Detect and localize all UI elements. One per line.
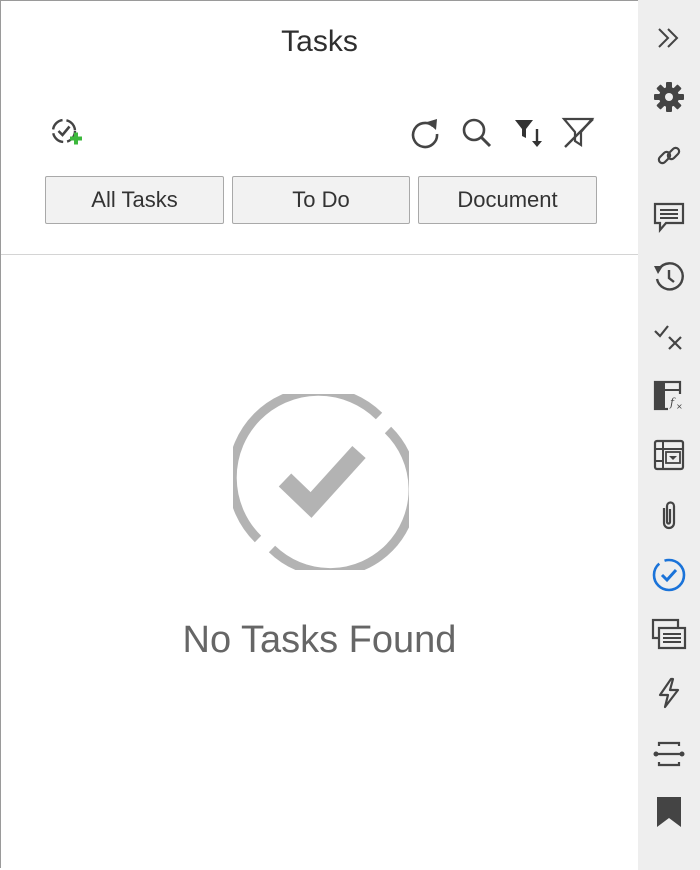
notes-button[interactable] [649, 614, 689, 654]
clear-filter-icon [561, 117, 595, 148]
bookmark-icon [657, 797, 681, 827]
connector-icon [653, 741, 685, 767]
collapse-icon [658, 28, 679, 48]
empty-state-message: No Tasks Found [182, 619, 457, 661]
link-button[interactable] [649, 136, 689, 176]
link-icon [657, 146, 681, 165]
notes-icon [651, 618, 687, 650]
formula-icon: f × [653, 380, 684, 411]
add-task-button[interactable] [47, 113, 87, 153]
sort-filter-icon [515, 120, 542, 147]
search-button[interactable] [457, 113, 497, 153]
right-sidebar: f × [638, 0, 700, 870]
refresh-icon [411, 119, 439, 149]
paperclip-icon [662, 501, 676, 530]
gear-icon [654, 82, 684, 112]
refresh-button[interactable] [405, 113, 445, 153]
tab-document[interactable]: Document [418, 176, 597, 224]
svg-text:×: × [676, 402, 683, 411]
page-title: Tasks [281, 25, 358, 58]
divider [1, 254, 638, 255]
history-button[interactable] [649, 257, 689, 297]
lightning-icon [658, 677, 680, 709]
history-icon [654, 262, 684, 291]
attachments-button[interactable] [649, 495, 689, 535]
comments-button[interactable] [649, 197, 689, 237]
add-task-icon [51, 118, 82, 145]
tasks-panel: Tasks All Tasks To Do Document No Tasks … [1, 1, 638, 869]
empty-tasks-icon [227, 386, 418, 578]
tasks-icon [652, 558, 686, 592]
connector-button[interactable] [649, 734, 689, 774]
tab-all-tasks[interactable]: All Tasks [45, 176, 224, 224]
tasks-button[interactable] [649, 555, 689, 595]
bookmark-button[interactable] [649, 792, 689, 832]
tab-to-do[interactable]: To Do [232, 176, 410, 224]
approve-reject-button[interactable] [649, 316, 689, 356]
table-dropdown-icon [653, 439, 685, 471]
approve-reject-icon [654, 325, 682, 350]
comment-icon [653, 202, 685, 233]
table-dropdown-button[interactable] [649, 435, 689, 475]
clear-filter-button[interactable] [559, 113, 599, 153]
automation-button[interactable] [649, 673, 689, 713]
collapse-button[interactable] [649, 18, 689, 58]
sort-filter-button[interactable] [509, 113, 549, 153]
task-filter-tabs: All Tasks To Do Document [45, 176, 597, 224]
search-icon [462, 118, 492, 148]
formula-button[interactable]: f × [649, 376, 689, 416]
settings-button[interactable] [649, 77, 689, 117]
